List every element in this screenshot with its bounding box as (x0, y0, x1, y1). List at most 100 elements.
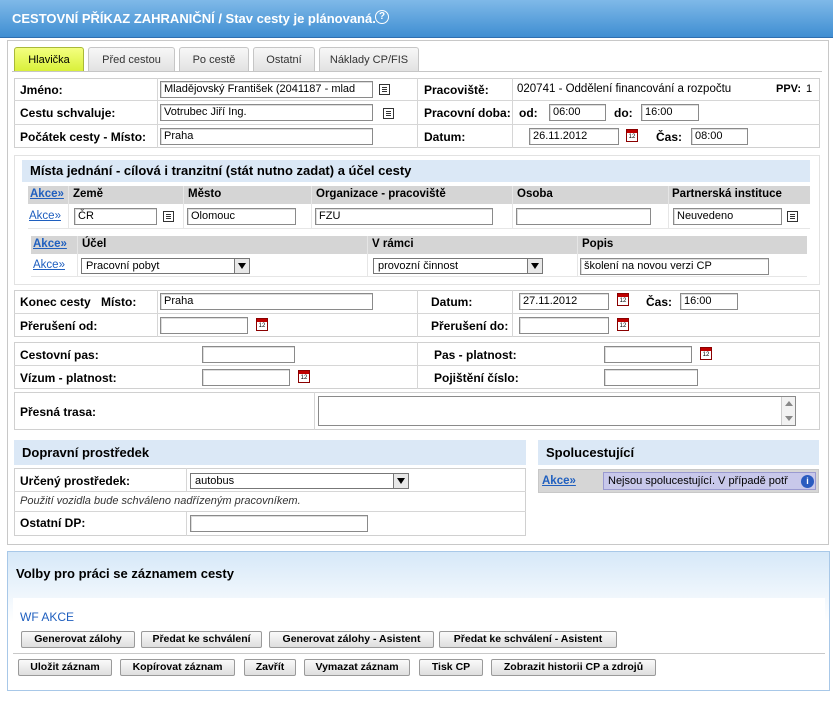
konec-misto-label: Místo: (101, 295, 137, 309)
do-input[interactable]: 16:00 (641, 104, 699, 121)
list-icon[interactable] (379, 84, 390, 95)
zavrit-button[interactable]: Zavřít (244, 659, 296, 676)
wf-akce-link[interactable]: WF AKCE (20, 610, 74, 624)
ucel-akce-header[interactable]: Akce» (33, 238, 67, 250)
cestovni-pas-input[interactable] (202, 346, 295, 363)
col-osoba: Osoba (517, 188, 553, 200)
pracovni-doba-label: Pracovní doba: (424, 106, 511, 120)
chevron-down-icon (393, 474, 408, 488)
konec-datum-input[interactable]: 27.11.2012 (519, 293, 609, 310)
mista-akce-header[interactable]: Akce» (30, 188, 64, 200)
page-title: CESTOVNÍ PŘÍKAZ ZAHRANIČNÍ / Stav cesty … (12, 11, 376, 26)
vymazat-zaznam-button[interactable]: Vymazat záznam (304, 659, 410, 676)
ucel-select[interactable]: Pracovní pobyt (81, 258, 250, 274)
spolu-title: Spolucestující (538, 440, 819, 465)
ostatni-dp-input[interactable] (190, 515, 368, 532)
tab-ostatni[interactable]: Ostatní (253, 47, 315, 71)
tab-divider (12, 71, 822, 72)
mesto-input[interactable]: Olomouc (187, 208, 296, 225)
spolu-text: Nejsou spolucestující. V případě potř (608, 475, 788, 487)
chevron-down-icon (527, 259, 542, 273)
konec-label: Konec cesty (20, 295, 91, 309)
help-icon[interactable]: ? (375, 10, 389, 24)
jmeno-input[interactable]: Mladějovský František (2041187 - mlad (160, 81, 373, 98)
jmeno-label: Jméno: (20, 83, 63, 97)
konec-cas-label: Čas: (646, 295, 673, 309)
chevron-down-icon (234, 259, 249, 273)
urceny-value: autobus (195, 475, 235, 487)
tab-hlavicka[interactable]: Hlavička (14, 47, 84, 71)
pocatek-label: Počátek cesty - Místo: (20, 130, 147, 144)
scrollbar[interactable] (781, 397, 795, 425)
scroll-up-icon[interactable] (785, 401, 793, 406)
schvaluje-label: Cestu schvaluje: (20, 106, 116, 120)
info-icon[interactable]: i (801, 475, 814, 488)
preruseni-do-label: Přerušení do: (431, 319, 509, 333)
zeme-input[interactable]: ČR (74, 208, 157, 225)
ostatni-dp-label: Ostatní DP: (20, 516, 86, 530)
spolu-akce-link[interactable]: Akce» (542, 475, 576, 487)
organizace-input[interactable]: FZU (315, 208, 493, 225)
mista-row-akce[interactable]: Akce» (29, 210, 61, 222)
predat-ke-schvaleni-button[interactable]: Předat ke schválení (141, 631, 262, 648)
calendar-icon[interactable]: 12 (256, 318, 268, 331)
calendar-icon[interactable]: 12 (617, 293, 629, 306)
col-zeme: Země (73, 188, 104, 200)
mista-title: Místa jednání - cílová i tranzitní (stát… (22, 160, 810, 182)
osoba-input[interactable] (516, 208, 651, 225)
predat-ke-schvaleni-asistent-button[interactable]: Předat ke schválení - Asistent (439, 631, 617, 648)
col-partner: Partnerská instituce (672, 188, 782, 200)
cas-input[interactable]: 08:00 (691, 128, 748, 145)
preruseni-od-label: Přerušení od: (20, 319, 98, 333)
ucel-value: Pracovní pobyt (86, 260, 160, 272)
od-input[interactable]: 06:00 (549, 104, 606, 121)
calendar-icon[interactable]: 12 (298, 370, 310, 383)
generovat-zalohy-button[interactable]: Generovat zálohy (21, 631, 135, 648)
tab-po-ceste[interactable]: Po cestě (179, 47, 249, 71)
col-mesto: Město (188, 188, 222, 200)
kopirovat-zaznam-button[interactable]: Kopírovat záznam (120, 659, 235, 676)
calendar-icon[interactable]: 12 (617, 318, 629, 331)
vizum-input[interactable] (202, 369, 290, 386)
urceny-select[interactable]: autobus (190, 473, 409, 489)
pocatek-input[interactable]: Praha (160, 128, 373, 145)
col-popis: Popis (582, 238, 614, 250)
ucel-row-akce[interactable]: Akce» (33, 259, 65, 271)
tisk-cp-button[interactable]: Tisk CP (419, 659, 483, 676)
calendar-icon[interactable]: 12 (700, 347, 712, 360)
calendar-icon[interactable]: 12 (626, 129, 638, 142)
zobrazit-historii-button[interactable]: Zobrazit historii CP a zdrojů (491, 659, 656, 676)
col-organizace: Organizace - pracoviště (316, 188, 446, 200)
do-label: do: (614, 106, 633, 120)
konec-misto-input[interactable]: Praha (160, 293, 373, 310)
ppv-label: PPV: (776, 83, 802, 95)
list-icon[interactable] (383, 108, 394, 119)
preruseni-do-input[interactable] (519, 317, 609, 334)
datum-label: Datum: (424, 130, 466, 144)
list-icon[interactable] (163, 211, 174, 222)
pracoviste-value: 020741 - Oddělení financování a rozpočtu (517, 83, 732, 95)
list-icon[interactable] (787, 211, 798, 222)
ulozit-zaznam-button[interactable]: Uložit záznam (18, 659, 112, 676)
tab-naklady[interactable]: Náklady CP/FIS (319, 47, 419, 71)
tab-pred-cestou[interactable]: Před cestou (88, 47, 175, 71)
urceny-label: Určený prostředek: (20, 474, 131, 488)
od-label: od: (519, 106, 538, 120)
schvaluje-input[interactable]: Votrubec Jiří Ing. (160, 104, 373, 121)
partner-input[interactable]: Neuvedeno (673, 208, 782, 225)
pojisteni-input[interactable] (604, 369, 698, 386)
trasa-textarea[interactable] (318, 396, 796, 426)
popis-input[interactable]: školení na novou verzi CP (580, 258, 769, 275)
cestovni-pas-label: Cestovní pas: (20, 348, 99, 362)
konec-cas-input[interactable]: 16:00 (680, 293, 738, 310)
ucel-table-header (31, 236, 807, 254)
scroll-down-icon[interactable] (785, 416, 793, 421)
pas-platnost-input[interactable] (604, 346, 692, 363)
preruseni-od-input[interactable] (160, 317, 248, 334)
trasa-label: Přesná trasa: (20, 405, 97, 419)
cas-label: Čas: (656, 130, 683, 144)
datum-input[interactable]: 26.11.2012 (529, 128, 619, 145)
ramci-select[interactable]: provozní činnost (373, 258, 543, 274)
generovat-zalohy-asistent-button[interactable]: Generovat zálohy - Asistent (269, 631, 434, 648)
vizum-label: Vízum - platnost: (20, 371, 117, 385)
